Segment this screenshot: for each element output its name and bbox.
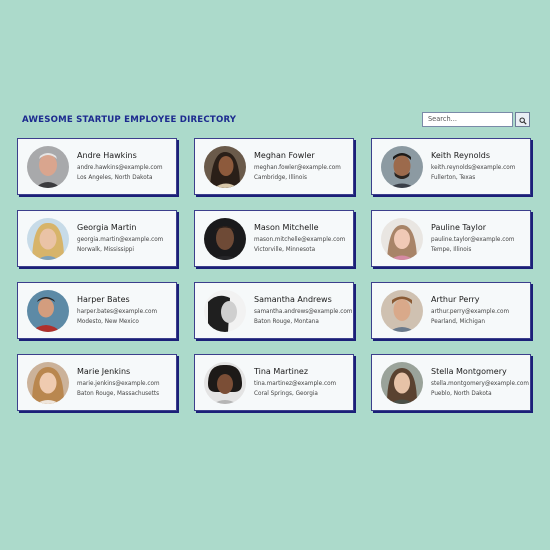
search-form <box>422 111 530 127</box>
employee-card[interactable]: Meghan Fowler meghan.fowler@example.com … <box>194 138 354 195</box>
employee-name: Arthur Perry <box>431 295 480 304</box>
employee-card[interactable]: Stella Montgomery stella.montgomery@exam… <box>371 354 531 411</box>
employee-card[interactable]: Samantha Andrews samantha.andrews@exampl… <box>194 282 354 339</box>
search-icon <box>518 110 527 129</box>
employee-avatar <box>27 217 69 260</box>
employee-location: Coral Springs, Georgia <box>254 391 318 397</box>
employee-email: marie.jenkins@example.com <box>77 381 160 387</box>
employee-email: mason.mitchelle@example.com <box>254 237 346 243</box>
employee-avatar <box>204 217 246 260</box>
employee-card[interactable]: Marie Jenkins marie.jenkins@example.com … <box>17 354 177 411</box>
employee-avatar <box>27 361 69 404</box>
employee-location: Victorville, Minnesota <box>254 247 316 253</box>
employee-email: keith.reynolds@example.com <box>431 165 516 171</box>
employee-name: Mason Mitchelle <box>254 223 319 232</box>
employee-email: pauline.taylor@example.com <box>431 237 515 243</box>
employee-card[interactable]: Andre Hawkins andre.hawkins@example.com … <box>17 138 177 195</box>
employee-name: Pauline Taylor <box>431 223 487 232</box>
employee-location: Cambridge, Illinois <box>254 175 307 181</box>
employee-location: Tempe, Illinois <box>431 247 472 253</box>
employee-email: harper.bates@example.com <box>77 309 158 315</box>
search-button[interactable] <box>515 110 530 129</box>
employee-location: Fullerton, Texas <box>431 175 476 181</box>
employee-card[interactable]: Pauline Taylor pauline.taylor@example.co… <box>371 210 531 267</box>
employee-name: Marie Jenkins <box>77 367 131 376</box>
employee-email: tina.martinez@example.com <box>254 381 337 387</box>
search-input[interactable] <box>422 111 513 127</box>
employee-card[interactable]: Mason Mitchelle mason.mitchelle@example.… <box>194 210 354 267</box>
directory-header: AWESOME STARTUP EMPLOYEE DIRECTORY <box>22 111 530 129</box>
employee-card[interactable]: Harper Bates harper.bates@example.com Mo… <box>17 282 177 339</box>
employee-name: Georgia Martin <box>77 223 137 232</box>
employee-email: georgia.martin@example.com <box>77 237 164 243</box>
employee-email: arthur.perry@example.com <box>431 309 510 315</box>
employee-card[interactable]: Arthur Perry arthur.perry@example.com Pe… <box>371 282 531 339</box>
employee-location: Modesto, New Mexico <box>77 319 139 325</box>
employee-location: Los Angeles, North Dakota <box>77 175 153 181</box>
employee-avatar <box>381 145 423 188</box>
employee-avatar <box>381 289 423 332</box>
employee-avatar <box>204 361 246 404</box>
employee-location: Baton Rouge, Massachusetts <box>77 391 160 397</box>
employee-location: Norwalk, Mississippi <box>77 247 134 253</box>
employee-email: andre.hawkins@example.com <box>77 165 163 171</box>
employee-name: Stella Montgomery <box>431 367 507 376</box>
employee-card[interactable]: Georgia Martin georgia.martin@example.co… <box>17 210 177 267</box>
employee-avatar <box>204 145 246 188</box>
page-title: AWESOME STARTUP EMPLOYEE DIRECTORY <box>22 115 237 125</box>
employee-avatar <box>381 217 423 260</box>
employee-gallery: Andre Hawkins andre.hawkins@example.com … <box>17 138 535 411</box>
employee-card[interactable]: Tina Martinez tina.martinez@example.com … <box>194 354 354 411</box>
employee-name: Harper Bates <box>77 295 130 304</box>
employee-email: stella.montgomery@example.com <box>431 381 529 387</box>
employee-avatar <box>27 289 69 332</box>
employee-name: Andre Hawkins <box>77 151 137 160</box>
employee-avatar <box>381 361 423 404</box>
employee-avatar <box>27 145 69 188</box>
employee-name: Keith Reynolds <box>431 151 491 160</box>
employee-name: Samantha Andrews <box>254 295 332 304</box>
employee-location: Baton Rouge, Montana <box>254 319 319 325</box>
employee-email: samantha.andrews@example.com <box>254 309 353 315</box>
employee-email: meghan.fowler@example.com <box>254 165 341 171</box>
employee-location: Pueblo, North Dakota <box>431 391 492 397</box>
employee-avatar <box>204 289 246 332</box>
employee-name: Tina Martinez <box>254 367 309 376</box>
employee-card[interactable]: Keith Reynolds keith.reynolds@example.co… <box>371 138 531 195</box>
employee-name: Meghan Fowler <box>254 151 315 160</box>
employee-location: Pearland, Michigan <box>431 319 485 325</box>
